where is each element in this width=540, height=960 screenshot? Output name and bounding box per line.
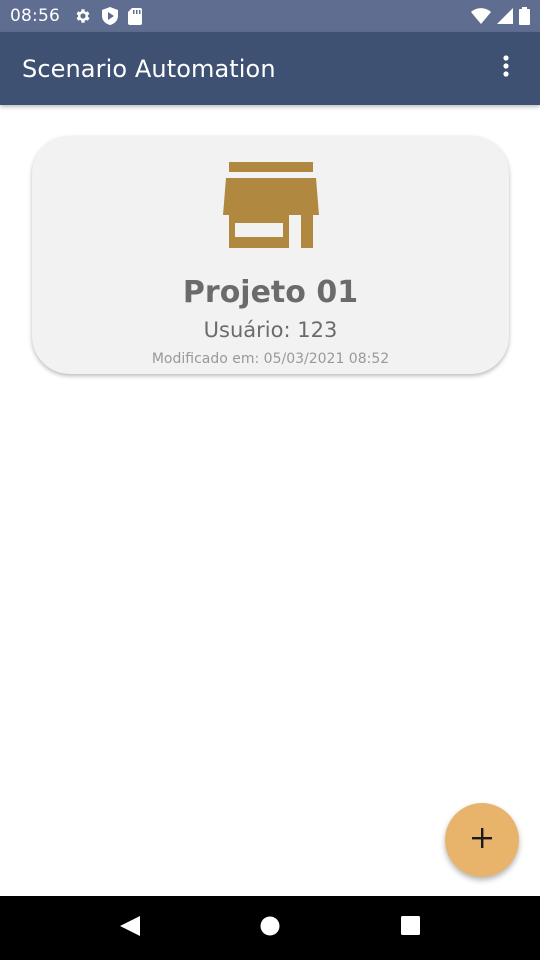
add-project-button[interactable] bbox=[445, 803, 519, 877]
back-icon bbox=[120, 915, 140, 941]
project-modified-date: Modificado em: 05/03/2021 08:52 bbox=[151, 351, 390, 367]
status-left-icons bbox=[74, 7, 142, 25]
wifi-icon bbox=[471, 8, 491, 24]
project-card[interactable]: Projeto 01 Usuário: 123 Modificado em: 0… bbox=[32, 136, 509, 374]
signal-icon bbox=[497, 8, 513, 24]
navigation-bar bbox=[0, 896, 540, 960]
status-right-icons bbox=[471, 7, 530, 25]
app-title: Scenario Automation bbox=[22, 54, 276, 83]
battery-icon bbox=[519, 7, 530, 25]
recents-button[interactable] bbox=[380, 898, 440, 958]
app-bar: Scenario Automation bbox=[0, 32, 540, 105]
status-time: 08:56 bbox=[10, 6, 60, 26]
back-button[interactable] bbox=[100, 898, 160, 958]
home-icon bbox=[260, 916, 280, 941]
recents-icon bbox=[400, 916, 420, 940]
plus-icon bbox=[472, 827, 492, 853]
shield-play-icon bbox=[102, 7, 118, 25]
more-vert-icon bbox=[503, 55, 509, 82]
project-name: Projeto 01 bbox=[182, 275, 359, 310]
status-bar: 08:56 bbox=[0, 0, 540, 32]
storefront-icon bbox=[222, 162, 319, 253]
project-user: Usuário: 123 bbox=[203, 318, 338, 342]
sd-card-icon bbox=[128, 7, 142, 25]
overflow-menu-button[interactable] bbox=[494, 49, 518, 89]
home-button[interactable] bbox=[240, 898, 300, 958]
screen: 08:56 Scenario Automation Projeto 01 Usu… bbox=[0, 0, 540, 960]
gear-icon bbox=[74, 7, 92, 25]
